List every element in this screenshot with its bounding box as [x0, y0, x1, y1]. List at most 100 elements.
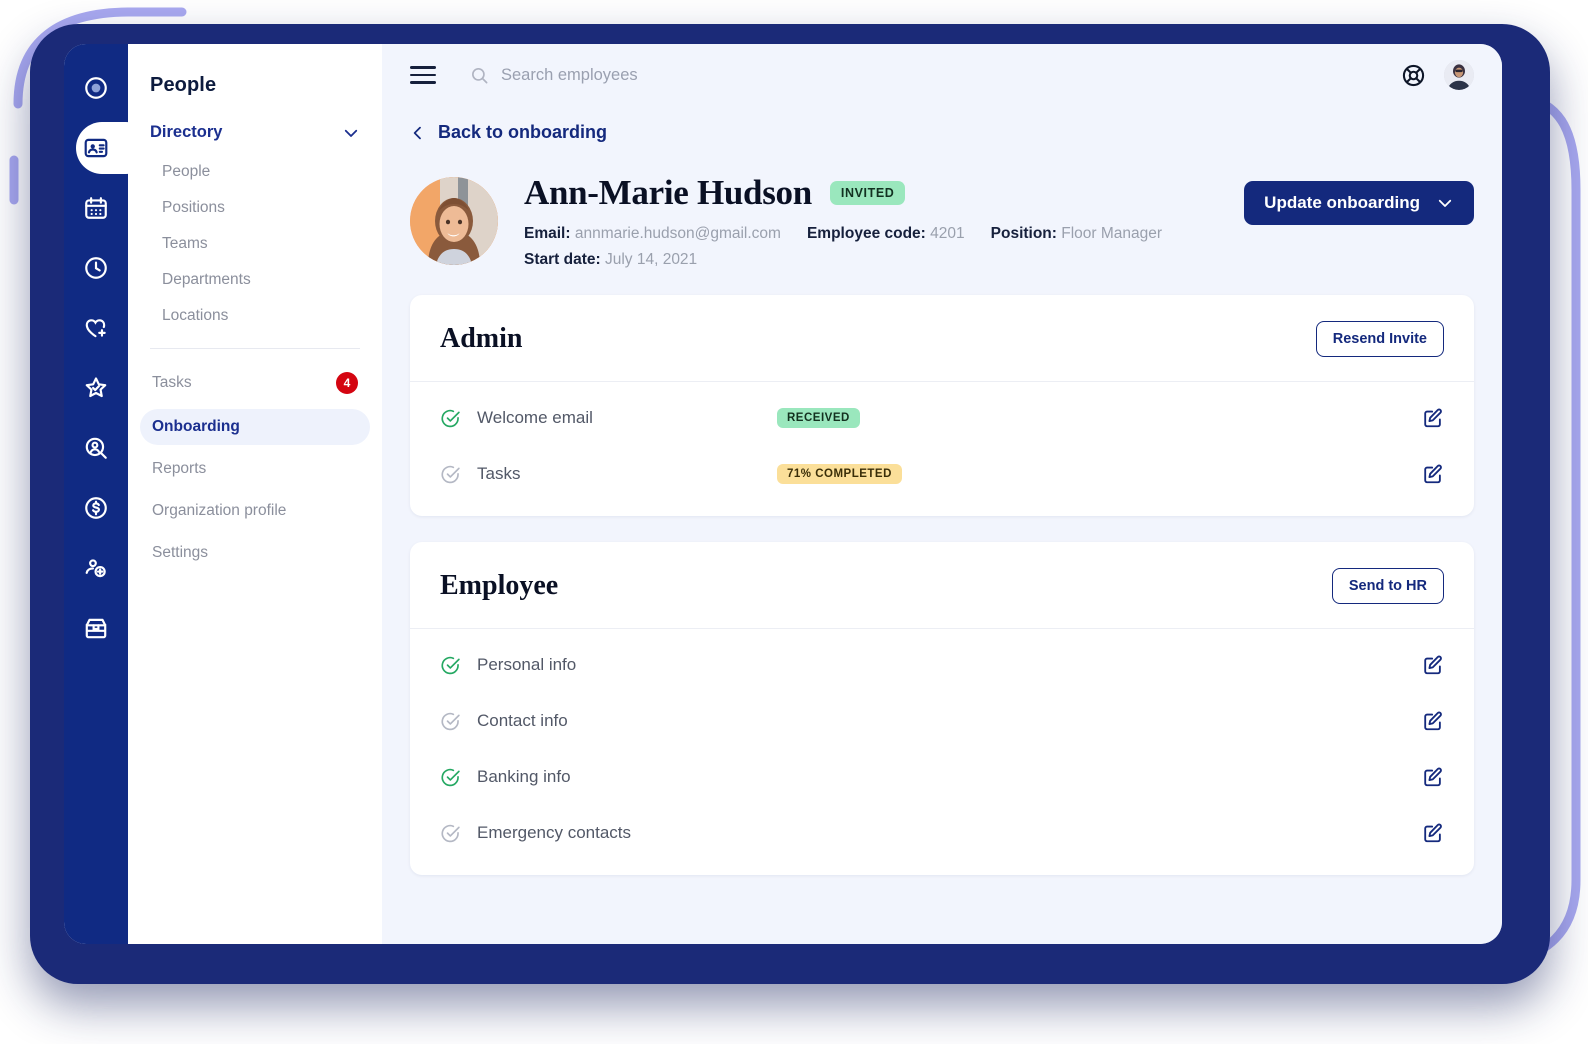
update-onboarding-label: Update onboarding [1264, 193, 1420, 212]
sidebar-item-teams[interactable]: Teams [128, 226, 382, 262]
sidebar-divider [150, 348, 360, 349]
sidebar-item-positions[interactable]: Positions [128, 190, 382, 226]
rail-item-add-person[interactable] [64, 538, 128, 598]
sidebar-item-people[interactable]: People [128, 154, 382, 190]
sidebar-item-reports[interactable]: Reports [140, 451, 370, 487]
checklist-row[interactable]: Personal info [440, 637, 1444, 693]
rail-item-time[interactable] [64, 238, 128, 298]
position-field: Position: Floor Manager [991, 225, 1162, 243]
edit-icon[interactable] [1422, 710, 1444, 732]
screenshot-stage: People Directory People Positions Teams … [0, 0, 1588, 1044]
employee-code-label: Employee code: [806, 225, 926, 242]
email-field: Email: annmarie.hudson@gmail.com [524, 225, 781, 243]
person-search-icon [83, 435, 109, 461]
topbar-actions [1401, 60, 1474, 90]
search-input[interactable] [501, 65, 841, 85]
employee-profile-header: Ann-Marie Hudson INVITED Email: annmarie… [410, 173, 1474, 269]
status-badge: 71% COMPLETED [777, 464, 902, 484]
chevron-down-icon [344, 129, 358, 137]
admin-card-header: Admin Resend Invite [410, 295, 1474, 382]
clock-icon [83, 255, 109, 281]
lifebuoy-icon[interactable] [1401, 63, 1426, 88]
checklist-row[interactable]: Tasks 71% COMPLETED [440, 446, 1444, 502]
sidebar-item-label: Settings [152, 544, 209, 561]
check-circle-icon [441, 824, 460, 842]
employee-meta-line-1: Email: annmarie.hudson@gmail.com Employe… [524, 225, 1244, 243]
checklist-label: Personal info [477, 655, 577, 674]
search-bar [470, 65, 1383, 85]
sidebar-item-label: Organization profile [152, 502, 287, 519]
employee-card-body: Personal info Contact info Banking info … [410, 629, 1474, 875]
edit-icon[interactable] [1422, 463, 1444, 485]
sidebar-item-settings[interactable]: Settings [140, 535, 370, 571]
rail-item-payroll[interactable] [64, 478, 128, 538]
employee-details: Ann-Marie Hudson INVITED Email: annmarie… [524, 173, 1244, 269]
edit-icon[interactable] [1422, 654, 1444, 676]
rail-item-recruiting[interactable] [64, 418, 128, 478]
admin-card-title: Admin [440, 323, 523, 354]
rail-logo-icon[interactable] [64, 58, 128, 118]
sidebar-item-label: Reports [152, 460, 207, 477]
chevron-left-icon [413, 126, 421, 139]
start-date-value: July 14, 2021 [604, 251, 698, 268]
resend-invite-button[interactable]: Resend Invite [1315, 321, 1444, 357]
rail-item-calendar[interactable] [64, 178, 128, 238]
check-circle-icon [441, 409, 460, 427]
checklist-label: Banking info [477, 767, 571, 786]
rail-item-marketplace[interactable] [64, 598, 128, 658]
check-circle-icon [441, 712, 460, 730]
employee-card-header: Employee Send to HR [410, 542, 1474, 629]
email-label: Email: [524, 225, 571, 242]
sidebar-item-locations[interactable]: Locations [128, 298, 382, 334]
position-value: Floor Manager [1061, 225, 1163, 242]
chevron-down-icon [1438, 199, 1452, 207]
check-circle-icon [441, 768, 460, 786]
person-add-icon [83, 555, 109, 581]
employee-code-value: 4201 [930, 225, 965, 242]
sidebar-item-organization-profile[interactable]: Organization profile [140, 493, 370, 529]
checklist-row[interactable]: Banking info [440, 749, 1444, 805]
checklist-row[interactable]: Welcome email RECEIVED [440, 390, 1444, 446]
back-link-label: Back to onboarding [438, 122, 608, 142]
email-value: annmarie.hudson@gmail.com [574, 225, 781, 242]
employee-code-field: Employee code: 4201 [807, 225, 965, 243]
menu-icon[interactable] [410, 66, 436, 84]
rail-item-directory[interactable] [64, 118, 152, 178]
admin-card: Admin Resend Invite Welcome email RECEIV… [410, 295, 1474, 516]
back-to-onboarding-link[interactable]: Back to onboarding [410, 122, 607, 143]
calendar-icon [83, 195, 109, 221]
edit-icon[interactable] [1422, 822, 1444, 844]
star-check-icon [83, 375, 109, 401]
heart-plus-icon [83, 315, 109, 341]
edit-icon[interactable] [1422, 407, 1444, 429]
sidebar-item-label: Onboarding [152, 418, 240, 435]
rail-item-performance[interactable] [64, 358, 128, 418]
topbar [382, 44, 1502, 106]
sidebar-item-onboarding[interactable]: Onboarding [140, 409, 370, 445]
employee-name-row: Ann-Marie Hudson INVITED [524, 173, 1244, 213]
logo-icon [83, 75, 109, 101]
sidebar-item-tasks[interactable]: Tasks 4 [140, 363, 370, 403]
send-to-hr-button[interactable]: Send to HR [1331, 568, 1444, 604]
tasks-count-badge: 4 [336, 372, 358, 394]
icon-rail [64, 44, 152, 944]
employee-card: Employee Send to HR Personal info Contac… [410, 542, 1474, 875]
employee-meta-line-2: Start date: July 14, 2021 [524, 251, 1244, 269]
check-circle-icon [441, 656, 460, 674]
sidebar-item-label: Tasks [152, 374, 192, 391]
edit-icon[interactable] [1422, 766, 1444, 788]
sidebar-item-departments[interactable]: Departments [128, 262, 382, 298]
rail-item-benefits[interactable] [64, 298, 128, 358]
page-title: People [150, 74, 217, 96]
employee-avatar [410, 177, 498, 265]
sidebar: People Directory People Positions Teams … [128, 44, 382, 944]
search-icon [472, 67, 488, 83]
checklist-row[interactable]: Emergency contacts [440, 805, 1444, 861]
avatar[interactable] [1444, 60, 1474, 90]
sidebar-section-directory[interactable]: Directory [128, 123, 382, 142]
id-badge-icon [83, 135, 109, 161]
employee-name: Ann-Marie Hudson [524, 173, 812, 212]
main-content: Back to onboarding [382, 44, 1502, 944]
checklist-row[interactable]: Contact info [440, 693, 1444, 749]
update-onboarding-button[interactable]: Update onboarding [1244, 181, 1474, 225]
